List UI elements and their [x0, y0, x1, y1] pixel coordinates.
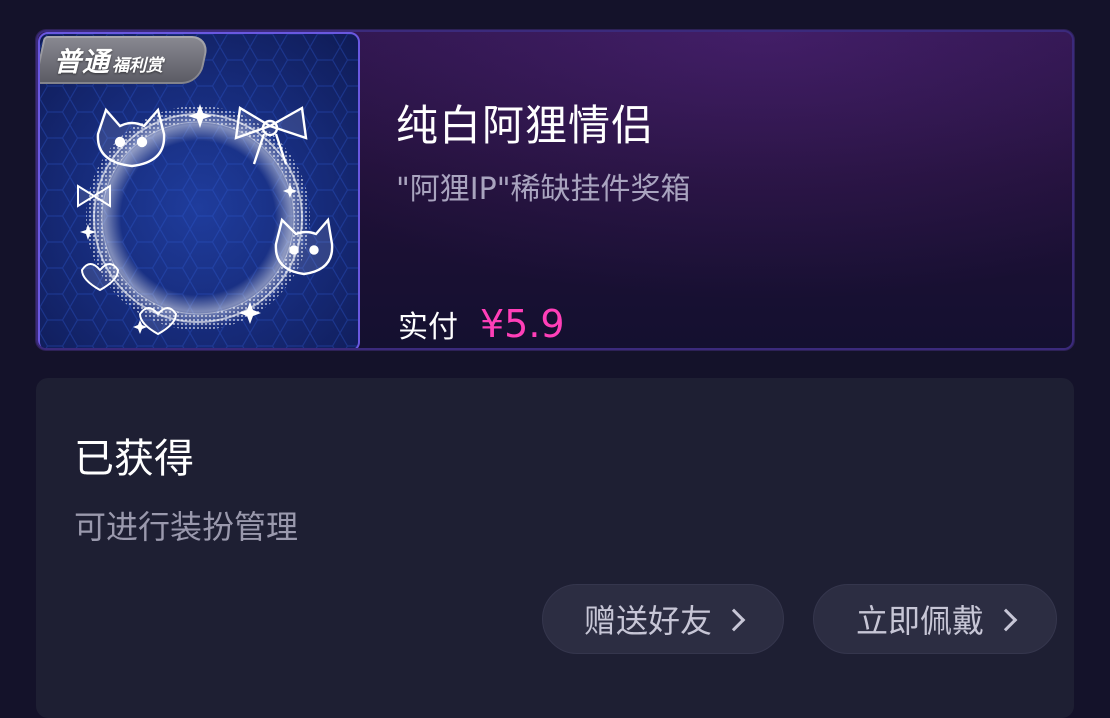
product-subtitle: "阿狸IP"稀缺挂件奖箱 — [396, 172, 691, 207]
status-title: 已获得 — [74, 436, 194, 482]
price-label: 实付 — [398, 310, 458, 345]
badge-sub-text: 福利赏 — [112, 56, 163, 76]
price-value: ¥5.9 — [480, 302, 565, 346]
welfare-badge: 普通 福利赏 — [54, 40, 163, 79]
chevron-right-icon — [722, 608, 746, 632]
product-title: 纯白阿狸情侣 — [396, 101, 655, 150]
status-card: 已获得 可进行装扮管理 赠送好友 立即佩戴 — [36, 378, 1074, 718]
price-row: 实付 ¥5.9 — [398, 302, 565, 346]
wear-now-button[interactable]: 立即佩戴 — [813, 584, 1057, 654]
chevron-right-icon — [994, 608, 1018, 632]
gift-friend-button[interactable]: 赠送好友 — [542, 584, 784, 654]
wear-now-label: 立即佩戴 — [855, 602, 984, 640]
product-card: 普通 福利赏 纯白阿狸情侣 "阿狸IP"稀缺挂件奖箱 实付 ¥5.9 — [36, 30, 1074, 350]
status-description: 可进行装扮管理 — [74, 508, 299, 546]
gift-friend-label: 赠送好友 — [583, 602, 712, 640]
badge-main-text: 普通 — [54, 47, 110, 78]
product-thumbnail: 普通 福利赏 — [38, 32, 360, 348]
